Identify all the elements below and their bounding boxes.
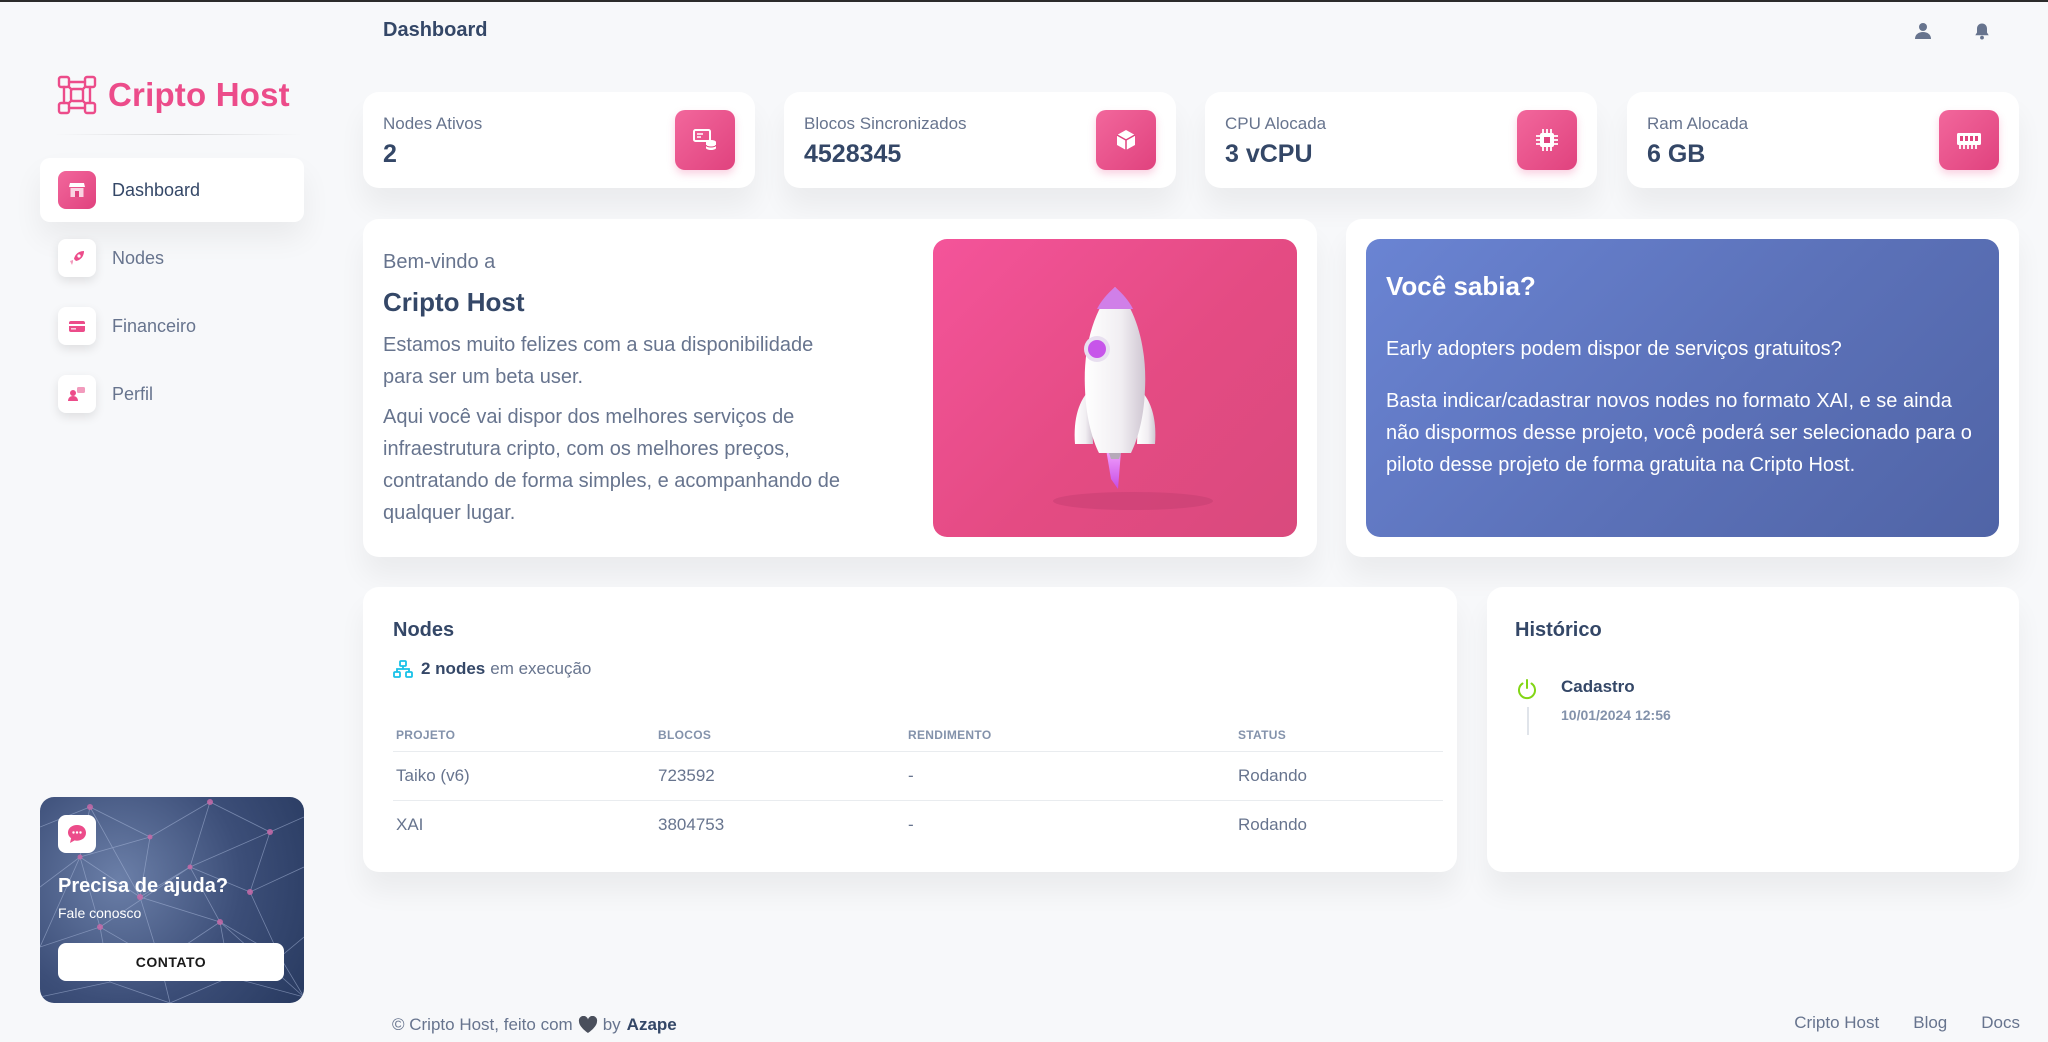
footer-author-link[interactable]: Azape xyxy=(627,1015,677,1035)
chat-bubble-icon xyxy=(58,815,96,853)
cell-projeto: Taiko (v6) xyxy=(393,751,655,801)
stat-value: 6 GB xyxy=(1647,140,1706,168)
footer-by: by xyxy=(602,1015,621,1034)
bell-icon[interactable] xyxy=(1971,20,1993,42)
cell-blocos: 3804753 xyxy=(658,814,725,834)
did-you-know-text-2: Basta indicar/cadastrar novos nodes no f… xyxy=(1386,390,1972,476)
history-item-date: 10/01/2024 12:56 xyxy=(1561,707,1671,723)
credit-card-icon xyxy=(58,307,96,345)
welcome-card: Bem-vindo a Cripto Host Estamos muito fe… xyxy=(363,219,1317,557)
sitemap-icon xyxy=(393,660,413,678)
user-chat-icon xyxy=(58,375,96,413)
welcome-pretitle: Bem-vindo a xyxy=(383,251,496,273)
sidebar-item-label: Perfil xyxy=(112,383,154,404)
rocket-icon xyxy=(58,239,96,277)
power-icon xyxy=(1515,677,1539,706)
user-icon[interactable] xyxy=(1912,20,1934,42)
stat-card-cpu: CPU Alocada 3 vCPU xyxy=(1205,92,1597,188)
table-row[interactable]: Taiko (v6) 723592 - Rodando xyxy=(393,751,1443,801)
stat-value: 4528345 xyxy=(804,140,902,168)
heart-icon xyxy=(578,1016,597,1033)
footer-copyright: © Cripto Host, feito com by Azape xyxy=(392,1015,677,1035)
cube-icon xyxy=(1096,110,1156,170)
store-icon xyxy=(58,171,96,209)
timeline-line xyxy=(1527,707,1529,735)
footer-link-docs[interactable]: Docs xyxy=(1981,1013,2020,1033)
did-you-know-title: Você sabia? xyxy=(1386,271,1536,301)
memory-icon xyxy=(1939,110,1999,170)
contact-button[interactable]: CONTATO xyxy=(58,943,284,981)
cell-rendimento: - xyxy=(908,814,914,834)
nodes-summary: 2 nodes em execução xyxy=(393,659,591,679)
welcome-title: Cripto Host xyxy=(383,287,525,317)
nodes-count-suffix: em execução xyxy=(490,659,592,678)
rocket-illustration xyxy=(933,239,1297,537)
nodes-title: Nodes xyxy=(393,619,455,641)
footer-link-cripto-host[interactable]: Cripto Host xyxy=(1794,1013,1879,1033)
stat-label: Ram Alocada xyxy=(1647,114,1749,133)
stat-label: Blocos Sincronizados xyxy=(804,114,967,133)
sidebar-nav: Dashboard Nodes Financeiro Perfil xyxy=(40,158,304,430)
column-header-projeto[interactable]: PROJETO xyxy=(393,719,655,752)
column-header-status[interactable]: STATUS xyxy=(1235,719,1443,752)
sidebar-item-nodes[interactable]: Nodes xyxy=(40,226,304,290)
sidebar-item-dashboard[interactable]: Dashboard xyxy=(40,158,304,222)
page-title: Dashboard xyxy=(383,19,488,41)
help-title: Precisa de ajuda? xyxy=(58,875,229,897)
stat-card-nodes: Nodes Ativos 2 xyxy=(363,92,755,188)
stat-value: 2 xyxy=(383,140,397,168)
stat-label: CPU Alocada xyxy=(1225,114,1327,133)
cell-status: Rodando xyxy=(1238,814,1308,834)
footer-text: © Cripto Host, feito com xyxy=(392,1015,573,1034)
cell-blocos: 723592 xyxy=(655,751,905,801)
sidebar-item-label: Financeiro xyxy=(112,315,197,336)
column-header-rendimento[interactable]: RENDIMENTO xyxy=(905,719,1235,752)
nodes-card: Nodes 2 nodes em execução PROJETO BLOCOS… xyxy=(363,587,1457,872)
table-header-row: PROJETO BLOCOS RENDIMENTO STATUS xyxy=(393,719,1443,752)
stat-card-ram: Ram Alocada 6 GB xyxy=(1627,92,2019,188)
welcome-text-2: Aqui você vai dispor dos melhores serviç… xyxy=(383,406,840,524)
cell-rendimento: - xyxy=(905,751,1235,801)
sidebar-divider xyxy=(54,134,302,135)
footer-links: Cripto Host Blog Docs xyxy=(1794,1013,2020,1033)
brand-name: Cripto Host xyxy=(108,76,290,113)
help-card: Precisa de ajuda? Fale conosco CONTATO xyxy=(40,797,304,1003)
stat-card-blocks: Blocos Sincronizados 4528345 xyxy=(784,92,1176,188)
sidebar-item-financeiro[interactable]: Financeiro xyxy=(40,294,304,358)
cell-projeto: XAI xyxy=(396,814,424,834)
history-item-name: Cadastro xyxy=(1561,677,1635,696)
did-you-know-card: Você sabia? Early adopters podem dispor … xyxy=(1346,219,2019,557)
history-card: Histórico Cadastro 10/01/2024 12:56 xyxy=(1487,587,2019,872)
table-row[interactable]: XAI 3804753 - Rodando xyxy=(393,800,1443,849)
brand-logo[interactable]: Cripto Host xyxy=(56,74,290,116)
help-subtitle: Fale conosco xyxy=(58,905,142,921)
rocket-icon xyxy=(1053,287,1213,510)
cpu-icon xyxy=(1517,110,1577,170)
database-icon xyxy=(675,110,735,170)
stat-label: Nodes Ativos xyxy=(383,114,483,133)
nodes-count: 2 nodes xyxy=(421,659,486,678)
sidebar-item-label: Nodes xyxy=(112,247,165,268)
logo-icon xyxy=(57,75,97,115)
sidebar-item-perfil[interactable]: Perfil xyxy=(40,362,304,426)
welcome-text-1: Estamos muito felizes com a sua disponib… xyxy=(383,334,814,388)
cell-status: Rodando xyxy=(1235,751,1443,801)
nodes-table: PROJETO BLOCOS RENDIMENTO STATUS Taiko (… xyxy=(393,719,1443,849)
sidebar-item-label: Dashboard xyxy=(112,179,201,200)
history-title: Histórico xyxy=(1515,619,1602,641)
column-header-blocos[interactable]: BLOCOS xyxy=(655,719,905,752)
stat-value: 3 vCPU xyxy=(1225,140,1313,168)
footer-link-blog[interactable]: Blog xyxy=(1913,1013,1947,1033)
sidebar: Cripto Host Dashboard Nodes Financeiro P… xyxy=(0,0,340,1042)
did-you-know-panel: Você sabia? Early adopters podem dispor … xyxy=(1366,239,1999,537)
did-you-know-text-1: Early adopters podem dispor de serviços … xyxy=(1386,338,1842,360)
